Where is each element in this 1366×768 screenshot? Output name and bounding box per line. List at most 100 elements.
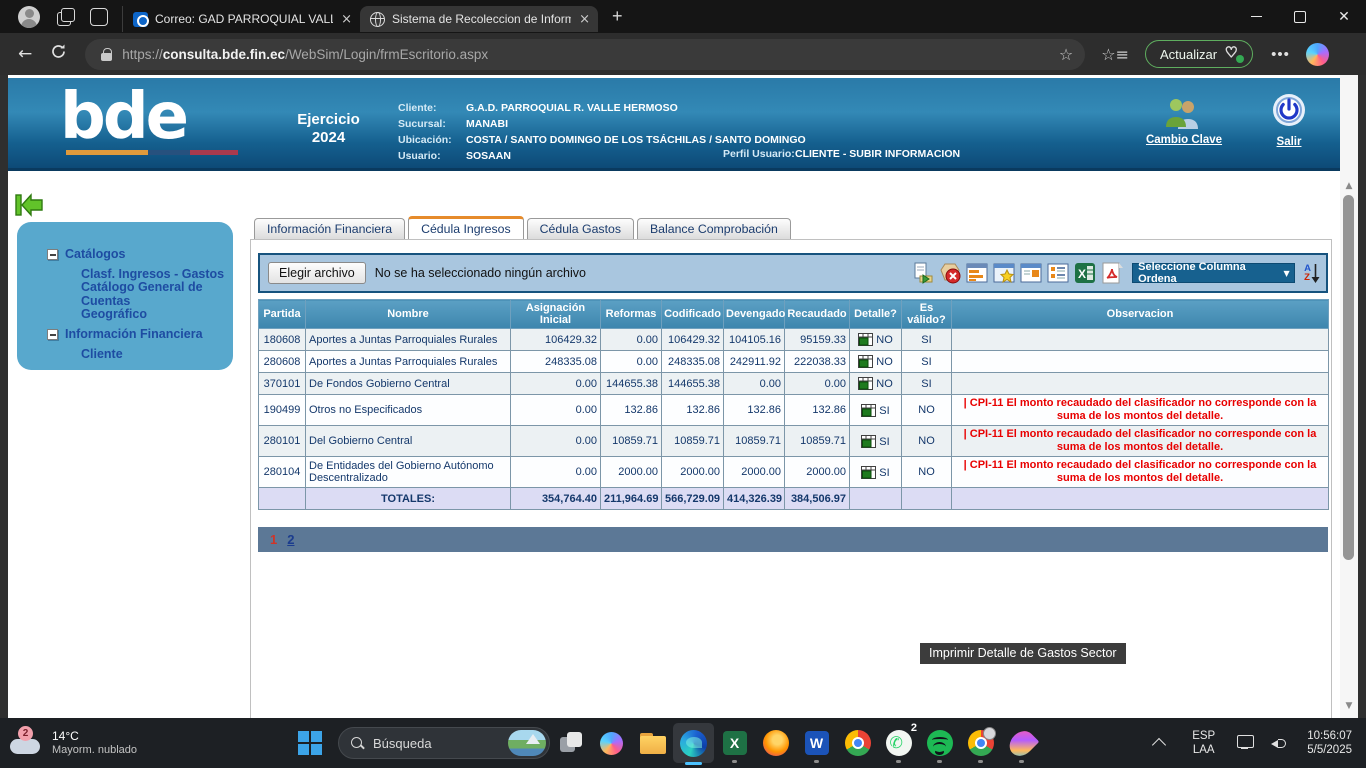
salir-link[interactable]: Salir bbox=[1266, 136, 1312, 148]
export-pdf-icon[interactable] bbox=[1101, 262, 1123, 284]
scroll-down-icon[interactable]: ▼ bbox=[1340, 701, 1358, 711]
window-panel-icon[interactable] bbox=[1020, 262, 1042, 284]
cell-partida: 370101 bbox=[259, 373, 306, 395]
volume-icon[interactable] bbox=[1271, 735, 1289, 751]
col-recaudado[interactable]: Recaudado bbox=[785, 300, 850, 329]
browser-tab-correo[interactable]: Correo: GAD PARROQUIAL VALLE × bbox=[122, 6, 360, 32]
cancel-icon[interactable] bbox=[939, 262, 961, 284]
page-1-current[interactable]: 1 bbox=[270, 532, 277, 547]
copilot-icon[interactable] bbox=[1306, 43, 1329, 66]
lock-icon[interactable] bbox=[101, 48, 112, 61]
weather-widget[interactable]: 2 14°C Mayorm. nublado bbox=[10, 729, 210, 757]
tab-informacion-financiera[interactable]: Información Financiera bbox=[254, 218, 405, 239]
actualizar-button[interactable]: Actualizar bbox=[1145, 40, 1253, 68]
cell-reformas: 132.86 bbox=[601, 395, 662, 426]
choose-file-button[interactable]: Elegir archivo bbox=[268, 262, 366, 284]
language-indicator[interactable]: ESPLAA bbox=[1192, 729, 1215, 757]
collapse-expander-icon[interactable] bbox=[47, 329, 58, 340]
detail-grid-icon[interactable] bbox=[861, 404, 876, 417]
clock[interactable]: 10:56:07 5/5/2025 bbox=[1307, 729, 1352, 757]
page-scrollbar[interactable]: ▲ ▼ bbox=[1340, 75, 1358, 718]
detail-grid-icon[interactable] bbox=[858, 355, 873, 368]
back-button[interactable]: ← bbox=[18, 44, 32, 64]
taskbar-firefox[interactable] bbox=[755, 720, 796, 766]
cell-detalle: NO bbox=[876, 334, 893, 346]
ubicacion-value: COSTA / SANTO DOMINGO DE LOS TSÁCHILAS /… bbox=[466, 132, 806, 148]
browser-profile-avatar[interactable] bbox=[18, 6, 40, 28]
refresh-button[interactable] bbox=[50, 43, 67, 65]
scroll-up-icon[interactable]: ▲ bbox=[1340, 181, 1358, 191]
list-details-icon[interactable] bbox=[1047, 262, 1069, 284]
tab-close-icon[interactable]: × bbox=[341, 12, 352, 27]
taskbar-chrome[interactable] bbox=[837, 720, 878, 766]
cell-nombre: Aportes a Juntas Parroquiales Rurales bbox=[306, 329, 511, 351]
network-icon[interactable] bbox=[1237, 735, 1257, 751]
cell-detalle: NO bbox=[876, 378, 893, 390]
taskbar-whatsapp[interactable]: 2 bbox=[878, 720, 919, 766]
cambio-clave-link[interactable]: Cambio Clave bbox=[1136, 134, 1232, 146]
browser-menu-icon[interactable]: ••• bbox=[1271, 46, 1290, 63]
col-observacion[interactable]: Observacion bbox=[952, 300, 1329, 329]
cell-recaudado: 10859.71 bbox=[785, 426, 850, 457]
taskbar-word[interactable]: W bbox=[796, 720, 837, 766]
taskbar-chrome-profile[interactable] bbox=[960, 720, 1001, 766]
window-minimize-button[interactable] bbox=[1234, 0, 1278, 33]
taskbar-paint-app[interactable] bbox=[1001, 720, 1042, 766]
tab-close-icon[interactable]: × bbox=[579, 12, 590, 27]
search-highlight-image[interactable] bbox=[508, 730, 546, 756]
task-view-button[interactable] bbox=[550, 720, 591, 766]
sidebar-item-cliente[interactable]: Cliente bbox=[47, 344, 233, 364]
col-partida[interactable]: Partida bbox=[259, 300, 306, 329]
sidebar-item-informacion-financiera[interactable]: Información Financiera bbox=[47, 324, 233, 344]
taskbar-copilot[interactable] bbox=[591, 720, 632, 766]
collapse-expander-icon[interactable] bbox=[47, 249, 58, 260]
cell-nombre: Del Gobierno Central bbox=[306, 426, 511, 457]
sidebar-item-catalogo-general-cuentas[interactable]: Catálogo General de Cuentas bbox=[47, 284, 233, 304]
table-row: 280101 Del Gobierno Central 0.00 10859.7… bbox=[259, 426, 1329, 457]
cell-valido: SI bbox=[902, 351, 952, 373]
taskbar-edge[interactable] bbox=[673, 723, 714, 763]
taskbar-search[interactable]: Búsqueda bbox=[338, 727, 550, 759]
power-icon[interactable] bbox=[1271, 92, 1307, 128]
col-devengado[interactable]: Devengado bbox=[724, 300, 785, 329]
tray-chevron-up-icon[interactable] bbox=[1152, 738, 1166, 752]
browser-tab-sistema[interactable]: Sistema de Recoleccion de Inform × bbox=[360, 6, 598, 32]
sort-column-dropdown[interactable]: Seleccione Columna Ordena ▼ bbox=[1132, 263, 1295, 283]
bookmark-star-icon[interactable]: ☆ bbox=[1059, 45, 1073, 64]
scrollbar-thumb[interactable] bbox=[1343, 195, 1354, 560]
col-codificado[interactable]: Codificado bbox=[662, 300, 724, 329]
start-button[interactable] bbox=[298, 731, 322, 755]
tab-cedula-ingresos[interactable]: Cédula Ingresos bbox=[408, 216, 524, 239]
tab-actions-icon[interactable] bbox=[90, 8, 108, 26]
favorites-icon[interactable]: ☆≡ bbox=[1101, 45, 1129, 64]
window-star-icon[interactable] bbox=[993, 262, 1015, 284]
firefox-icon bbox=[763, 730, 789, 756]
detail-grid-icon[interactable] bbox=[861, 435, 876, 448]
tab-balance-comprobacion[interactable]: Balance Comprobación bbox=[637, 218, 791, 239]
window-maximize-button[interactable] bbox=[1278, 0, 1322, 33]
detail-grid-icon[interactable] bbox=[861, 466, 876, 479]
col-asignacion[interactable]: Asignación Inicial bbox=[511, 300, 601, 329]
taskbar-file-explorer[interactable] bbox=[632, 720, 673, 766]
tab-cedula-gastos[interactable]: Cédula Gastos bbox=[527, 218, 634, 239]
taskbar-spotify[interactable] bbox=[919, 720, 960, 766]
col-nombre[interactable]: Nombre bbox=[306, 300, 511, 329]
sort-az-icon[interactable]: AZ bbox=[1304, 264, 1320, 283]
sidebar-item-catalogos[interactable]: Catálogos bbox=[47, 244, 233, 264]
collapse-menu-arrow-icon[interactable] bbox=[14, 193, 44, 217]
detail-grid-icon[interactable] bbox=[858, 377, 873, 390]
upload-document-icon[interactable] bbox=[912, 262, 934, 284]
data-grid-icon[interactable] bbox=[966, 262, 988, 284]
cell-devengado: 10859.71 bbox=[724, 426, 785, 457]
window-close-button[interactable]: ✕ bbox=[1322, 0, 1366, 33]
detail-grid-icon[interactable] bbox=[858, 333, 873, 346]
address-bar[interactable]: https://consulta.bde.fin.ec/WebSim/Login… bbox=[85, 39, 1085, 70]
new-tab-button[interactable]: + bbox=[612, 6, 623, 27]
workspaces-icon[interactable] bbox=[56, 8, 74, 26]
col-detalle[interactable]: Detalle? bbox=[850, 300, 902, 329]
col-es-valido[interactable]: Es válido? bbox=[902, 300, 952, 329]
taskbar-excel[interactable]: X bbox=[714, 720, 755, 766]
col-reformas[interactable]: Reformas bbox=[601, 300, 662, 329]
export-excel-icon[interactable]: X bbox=[1074, 262, 1096, 284]
page-2-link[interactable]: 2 bbox=[287, 532, 294, 547]
